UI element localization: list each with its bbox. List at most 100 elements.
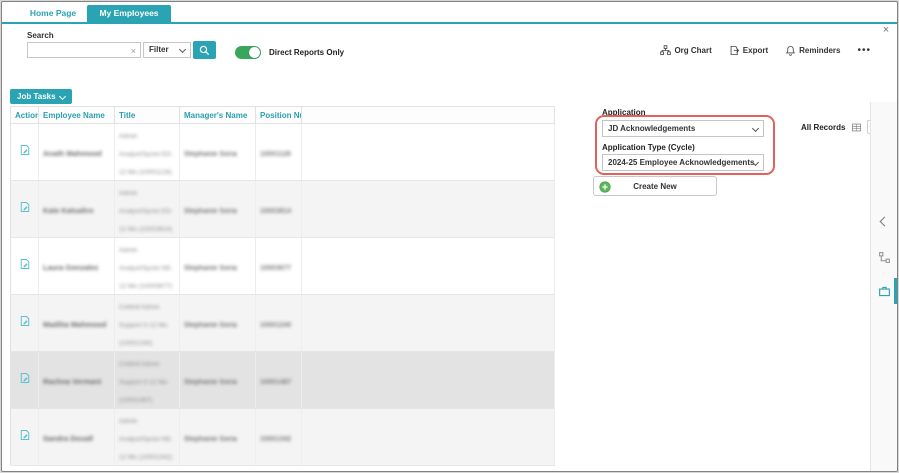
toggle-knob xyxy=(249,47,260,58)
manager-name: Stephanie Soria xyxy=(184,436,237,443)
manager-name: Stephanie Soria xyxy=(184,151,237,158)
application-label: Application xyxy=(602,108,646,117)
tab-my-employees[interactable]: My Employees xyxy=(87,5,171,22)
employee-title: Cnfdntl Admin Support II-12 Mo (10001487… xyxy=(119,361,167,404)
collapse-panel-button[interactable] xyxy=(871,210,897,232)
employee-title: Admin Analyst/Spclst ED-12 Mo (10003814) xyxy=(119,190,173,233)
action-cell xyxy=(11,295,39,352)
employee-title: Admin Analyst/Spclst NE-12 Mo (10003677) xyxy=(119,247,173,290)
grid-icon xyxy=(851,122,862,133)
org-chart-label: Org Chart xyxy=(674,46,711,55)
position-number: 10001487 xyxy=(260,379,291,386)
search-icon xyxy=(199,45,210,56)
employee-name: Anath Mahmood xyxy=(43,149,102,158)
position-number: 10001240 xyxy=(260,322,291,329)
more-options-button[interactable]: ••• xyxy=(857,47,871,55)
tab-bar: Home Page My Employees xyxy=(2,4,897,24)
employee-name: Kate Katsaliro xyxy=(43,206,93,215)
sidebar-item-hierarchy[interactable] xyxy=(871,246,897,268)
document-action-icon[interactable] xyxy=(19,315,31,327)
right-sidebar xyxy=(870,102,897,471)
job-tasks-button[interactable]: Job Tasks xyxy=(10,89,72,104)
chevron-down-icon xyxy=(179,46,186,53)
add-icon xyxy=(599,181,611,193)
position-number: 10001128 xyxy=(260,151,291,158)
manager-name: Stephanie Soria xyxy=(184,265,237,272)
application-value: JD Acknowledgements xyxy=(608,121,695,136)
create-new-label: Create New xyxy=(633,182,677,191)
org-chart-button[interactable]: Org Chart xyxy=(660,45,711,56)
document-action-icon[interactable] xyxy=(19,372,31,384)
employee-name: Rachna Vermani xyxy=(43,377,101,386)
table-header-row: Action Employee Name Title Manager's Nam… xyxy=(11,107,555,124)
application-dropdown[interactable]: JD Acknowledgements xyxy=(602,120,764,137)
document-action-icon[interactable] xyxy=(19,144,31,156)
employee-title: Admin Analyst/Spclst ED-12 Mo (10001128) xyxy=(119,133,173,176)
application-type-label: Application Type (Cycle) xyxy=(602,143,695,152)
reminders-button[interactable]: Reminders xyxy=(785,45,840,56)
employee-name: Madiha Mahmood xyxy=(43,320,106,329)
search-input[interactable]: × xyxy=(27,42,141,58)
action-cell xyxy=(11,181,39,238)
export-icon xyxy=(729,45,740,56)
app-window: Home Page My Employees × Search × Filter… xyxy=(1,1,898,472)
col-action[interactable]: Action xyxy=(11,107,39,124)
action-cell xyxy=(11,238,39,295)
table-row[interactable]: Kate Katsaliro Admin Analyst/Spclst ED-12… xyxy=(11,181,555,238)
top-action-bar: Org Chart Export Reminders ••• xyxy=(660,45,871,56)
table-row[interactable]: Sandra Doxall Admin Analyst/Spclst NE-12 … xyxy=(11,409,555,466)
create-new-button[interactable]: Create New xyxy=(593,176,717,196)
col-position-number[interactable]: Position Nur xyxy=(256,107,302,124)
document-action-icon[interactable] xyxy=(19,429,31,441)
table-row[interactable]: Anath Mahmood Admin Analyst/Spclst ED-12 … xyxy=(11,124,555,181)
action-cell xyxy=(11,409,39,466)
document-action-icon[interactable] xyxy=(19,258,31,270)
action-cell xyxy=(11,352,39,409)
briefcase-icon xyxy=(878,285,891,298)
search-label: Search xyxy=(27,31,54,40)
export-label: Export xyxy=(743,46,768,55)
employee-title: Cnfdntl Admin Support II-12 Mo (10001240… xyxy=(119,304,167,347)
employee-title: Admin Analyst/Spclst NE-12 Mo (10001342) xyxy=(119,418,173,461)
tab-home-page[interactable]: Home Page xyxy=(20,5,86,22)
employee-name: Laura Gonzalez xyxy=(43,263,98,272)
col-employee-name[interactable]: Employee Name xyxy=(39,107,115,124)
table-row[interactable]: Madiha Mahmood Cnfdntl Admin Support II-1… xyxy=(11,295,555,352)
col-title[interactable]: Title xyxy=(115,107,180,124)
col-filler xyxy=(302,107,555,124)
position-number: 10003814 xyxy=(260,208,291,215)
table-row[interactable]: Rachna Vermani Cnfdntl Admin Support II-1… xyxy=(11,352,555,409)
direct-reports-toggle[interactable] xyxy=(235,46,261,59)
filter-dropdown[interactable]: Filter xyxy=(143,42,191,58)
document-action-icon[interactable] xyxy=(19,201,31,213)
table-row[interactable]: Laura Gonzalez Admin Analyst/Spclst NE-12… xyxy=(11,238,555,295)
close-icon[interactable]: × xyxy=(879,23,893,37)
chevron-down-icon xyxy=(752,125,759,132)
clear-search-icon[interactable]: × xyxy=(131,45,136,57)
col-manager-name[interactable]: Manager's Name xyxy=(180,107,256,124)
application-type-value: 2024-25 Employee Acknowledgements (2024-… xyxy=(608,155,756,170)
manager-name: Stephanie Soria xyxy=(184,322,237,329)
manager-name: Stephanie Soria xyxy=(184,379,237,386)
direct-reports-label: Direct Reports Only xyxy=(269,48,344,57)
employee-table: Action Employee Name Title Manager's Nam… xyxy=(10,106,555,466)
chevron-left-icon xyxy=(879,216,889,226)
chevron-down-icon xyxy=(59,93,66,100)
job-tasks-label: Job Tasks xyxy=(17,89,56,104)
grid-view-button[interactable] xyxy=(849,120,863,134)
active-item-indicator xyxy=(894,278,897,304)
search-button[interactable] xyxy=(193,41,216,59)
employee-name: Sandra Doxall xyxy=(43,434,93,443)
bell-icon xyxy=(785,45,796,56)
all-records-label: All Records xyxy=(801,123,845,132)
manager-name: Stephanie Soria xyxy=(184,208,237,215)
hierarchy-icon xyxy=(878,251,891,264)
reminders-label: Reminders xyxy=(799,46,840,55)
filter-label: Filter xyxy=(149,45,169,54)
action-cell xyxy=(11,124,39,181)
org-chart-icon xyxy=(660,45,671,56)
position-number: 10001342 xyxy=(260,436,291,443)
position-number: 10003677 xyxy=(260,265,291,272)
export-button[interactable]: Export xyxy=(729,45,768,56)
application-type-dropdown[interactable]: 2024-25 Employee Acknowledgements (2024-… xyxy=(602,154,764,171)
